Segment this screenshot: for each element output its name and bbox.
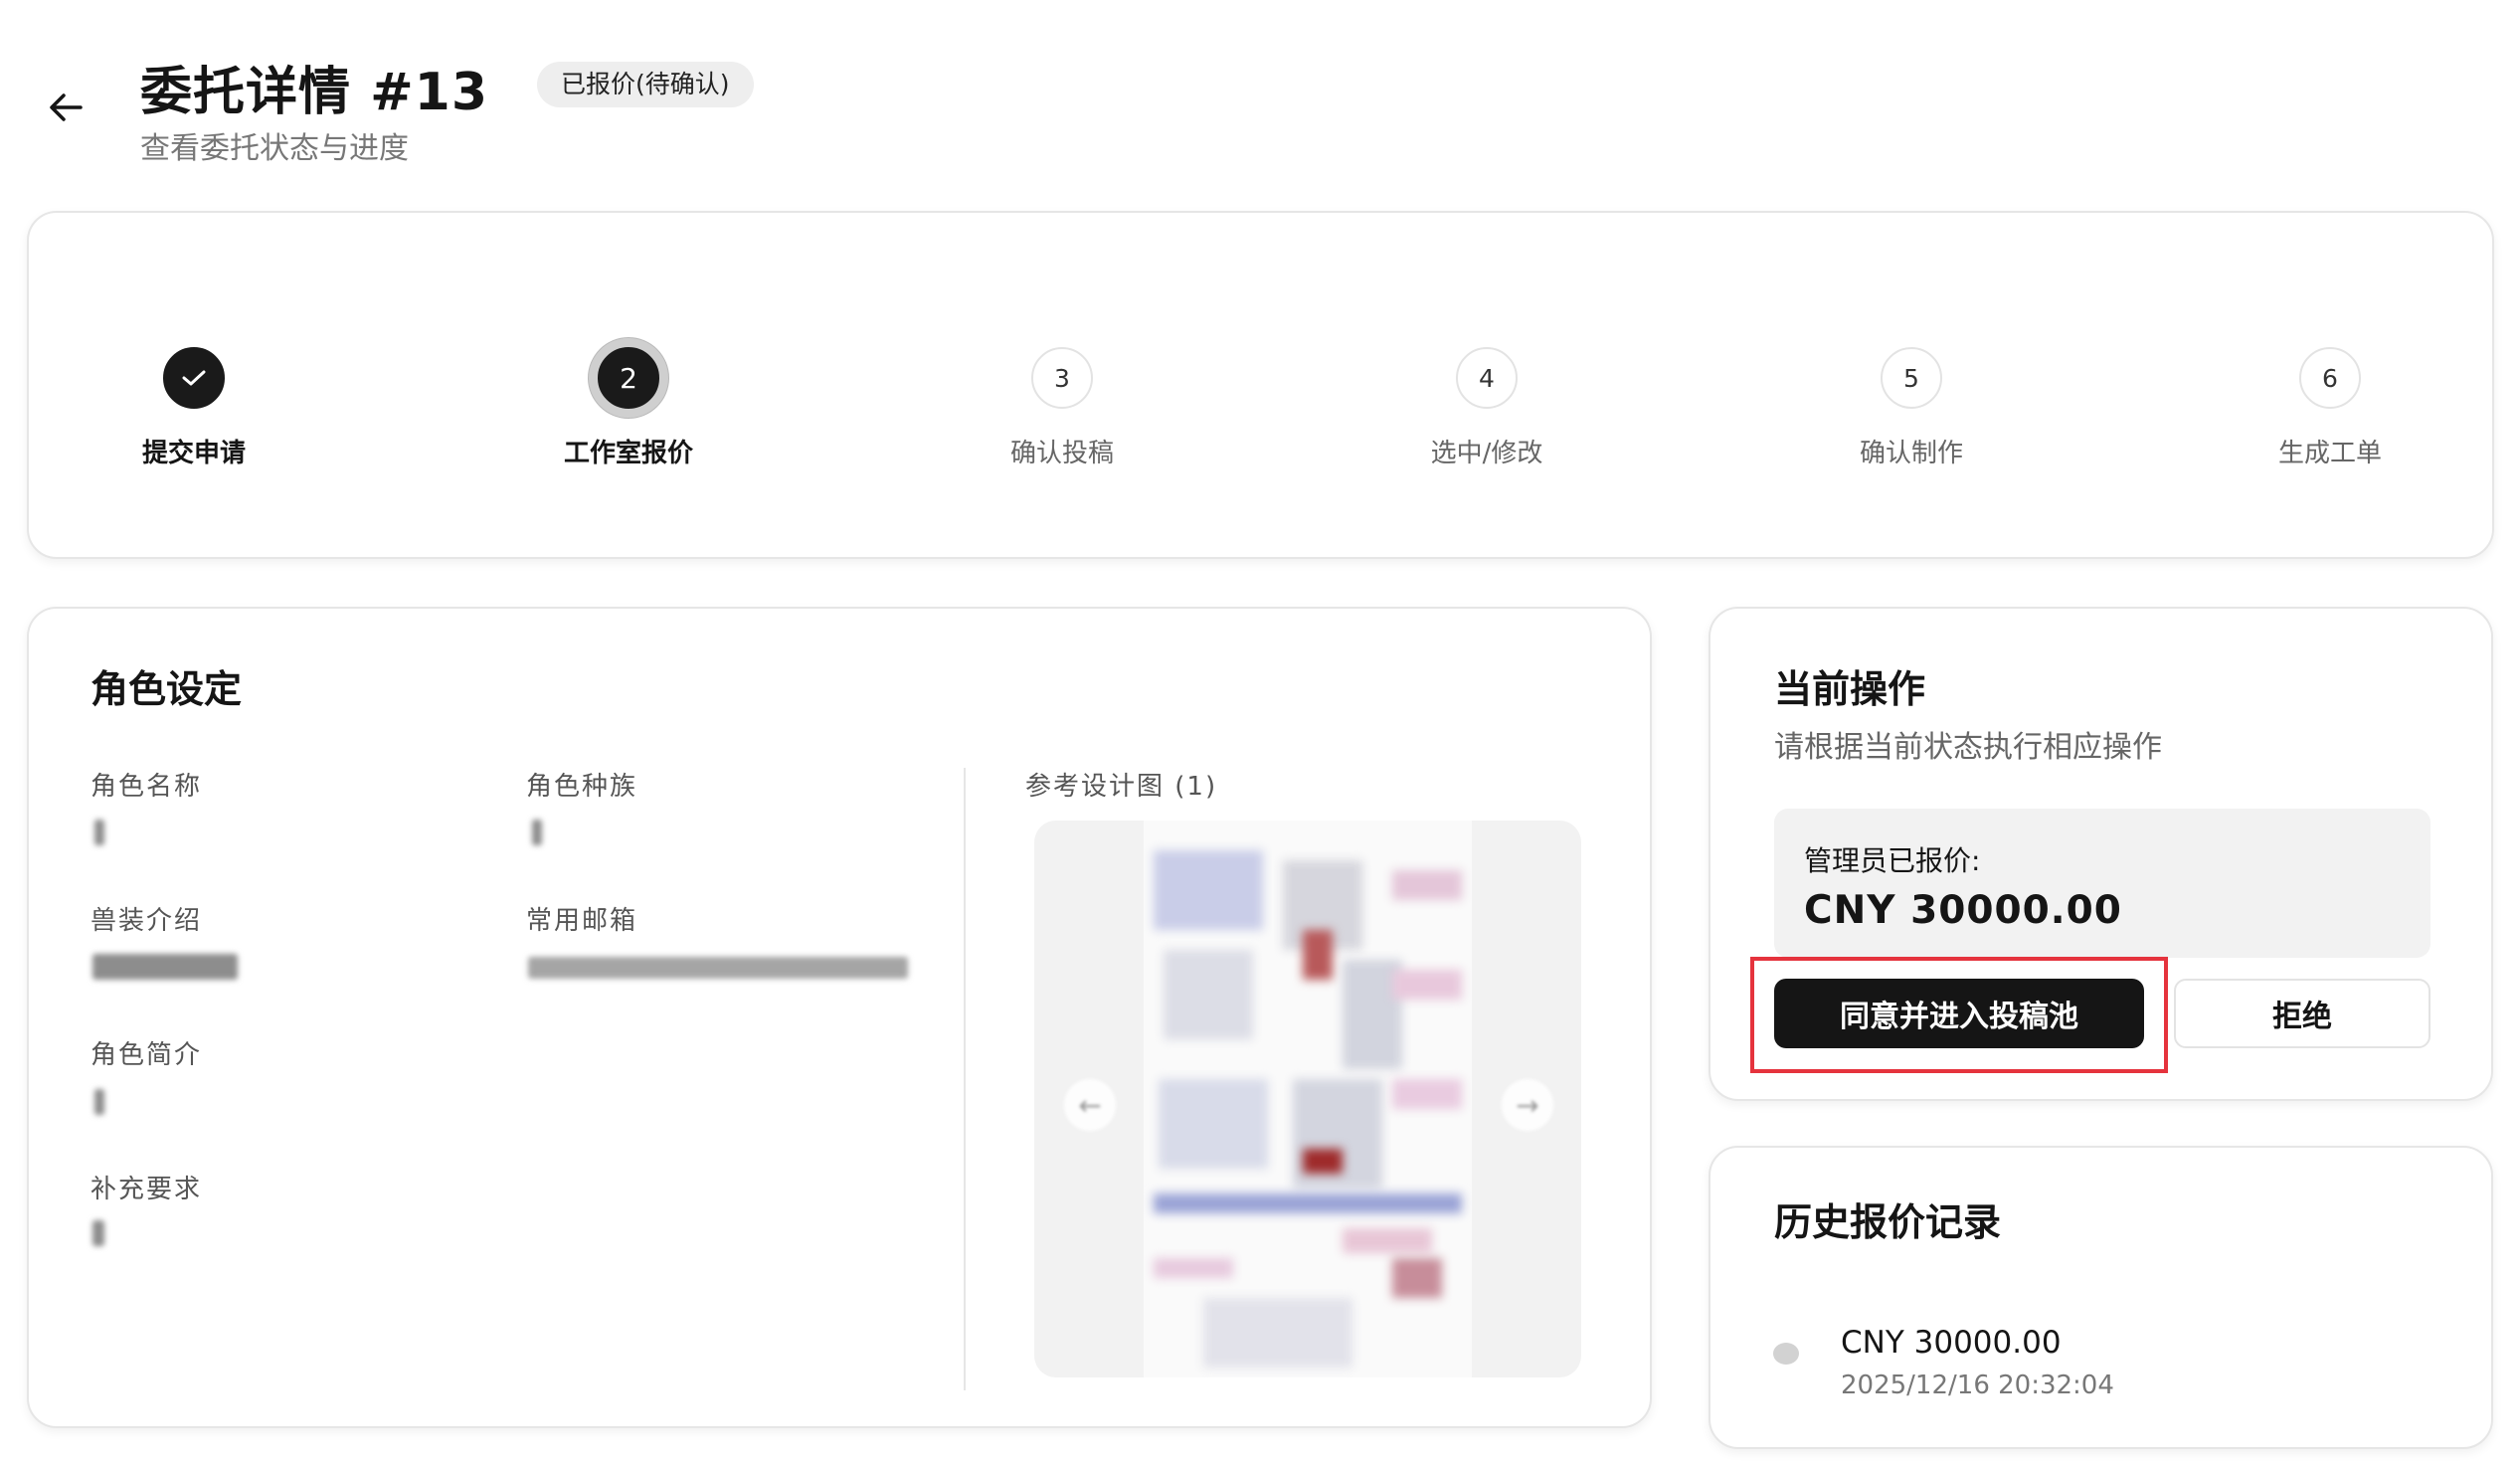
step-generate-order: 6 生成工单: [2181, 347, 2479, 469]
next-image-button[interactable]: →: [1502, 1079, 1553, 1131]
reject-button[interactable]: 拒绝: [2174, 979, 2430, 1048]
chevron-left-icon: ←: [1078, 1088, 1102, 1122]
step-label: 确认制作: [1859, 439, 1963, 468]
character-intro-label: 角色简介: [90, 1040, 203, 1070]
step-select-modify: 4 选中/修改: [1338, 347, 1636, 469]
extra-requirements-label: 补充要求: [90, 1175, 203, 1204]
arrow-left-icon: [50, 93, 83, 121]
history-item-time: 2025/12/16 20:32:04: [1841, 1371, 2114, 1400]
reference-image-gallery[interactable]: ← →: [1034, 821, 1581, 1377]
quote-history-card: 历史报价记录 CNY 30000.00 2025/12/16 20:32:04: [1709, 1146, 2493, 1449]
costume-intro-label: 兽装介绍: [90, 906, 203, 936]
reference-design-image[interactable]: [1144, 821, 1472, 1377]
step-label: 工作室报价: [563, 439, 693, 468]
email-label: 常用邮箱: [526, 906, 638, 936]
back-button[interactable]: [44, 86, 88, 129]
check-icon: [182, 370, 206, 386]
costume-intro-value: [92, 954, 238, 980]
status-badge: 已报价(待确认): [537, 62, 754, 107]
step-studio-quote: 2 工作室报价: [479, 338, 778, 469]
progress-stepper: 提交申请 2 工作室报价 3 确认投稿 4 选中/修改 5 确认制作 6 生成工…: [27, 211, 2494, 559]
character-settings-card: 角色设定 角色名称 角色种族 兽装介绍 常用邮箱 角色简介 补充要求 参考设计图…: [27, 607, 1652, 1428]
current-action-card: 当前操作 请根据当前状态执行相应操作 管理员已报价: CNY 30000.00 …: [1709, 607, 2493, 1101]
character-card-title: 角色设定: [90, 667, 243, 711]
history-item-amount: CNY 30000.00: [1841, 1325, 2062, 1361]
previous-image-button[interactable]: ←: [1064, 1079, 1116, 1131]
quote-box: 管理员已报价: CNY 30000.00: [1774, 809, 2430, 958]
character-name-label: 角色名称: [90, 772, 203, 802]
column-divider: [964, 768, 966, 1390]
step-submit: 提交申请: [45, 347, 343, 469]
page-subtitle: 查看委托状态与进度: [140, 131, 409, 166]
character-species-value: [532, 820, 542, 845]
step-circle: 3: [1031, 347, 1093, 409]
step-circle: 2: [589, 338, 668, 418]
extra-requirements-value: [92, 1220, 104, 1246]
character-intro-value: [94, 1089, 104, 1115]
history-card-title: 历史报价记录: [1774, 1200, 2002, 1244]
action-card-title: 当前操作: [1774, 667, 1926, 711]
quote-label: 管理员已报价:: [1804, 844, 1981, 877]
accept-and-enter-pool-button[interactable]: 同意并进入投稿池: [1774, 979, 2144, 1048]
step-confirm-submission: 3 确认投稿: [913, 347, 1211, 469]
step-circle: 5: [1881, 347, 1942, 409]
chevron-right-icon: →: [1516, 1088, 1539, 1122]
character-species-label: 角色种族: [526, 772, 638, 802]
step-circle: 4: [1456, 347, 1518, 409]
action-description: 请根据当前状态执行相应操作: [1774, 730, 2162, 765]
step-confirm-production: 5 确认制作: [1762, 347, 2061, 469]
email-value: [528, 957, 908, 979]
step-circle: [163, 347, 225, 409]
character-name-value: [94, 820, 104, 845]
step-label: 提交申请: [141, 439, 246, 468]
step-label: 生成工单: [2277, 439, 2382, 468]
history-item-dot: [1773, 1343, 1799, 1365]
step-circle: 6: [2299, 347, 2361, 409]
reference-images-label: 参考设计图 (1): [1025, 772, 1218, 802]
step-label: 确认投稿: [1009, 439, 1114, 468]
quote-amount: CNY 30000.00: [1804, 888, 2122, 933]
page-title: 委托详情 #13: [140, 63, 489, 122]
step-label: 选中/修改: [1430, 439, 1543, 468]
